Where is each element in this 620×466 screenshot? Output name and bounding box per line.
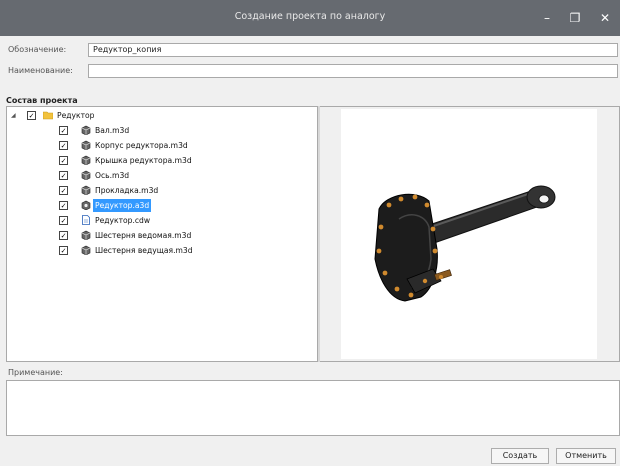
tree-root-label: Редуктор <box>57 111 95 120</box>
part-icon <box>81 155 91 165</box>
item-checkbox[interactable]: ✓ <box>59 171 68 180</box>
item-label: Редуктор.cdw <box>95 216 151 225</box>
note-label: Примечание: <box>8 368 63 377</box>
item-label: Шестерня ведомая.m3d <box>95 231 192 240</box>
preview-panel <box>318 106 620 362</box>
item-checkbox[interactable]: ✓ <box>59 246 68 255</box>
gearbox-model-preview <box>374 185 556 302</box>
root-checkbox[interactable]: ✓ <box>27 111 36 120</box>
item-label: Вал.m3d <box>95 126 130 135</box>
part-icon <box>81 125 91 135</box>
designation-input[interactable]: Редуктор_копия <box>88 43 618 57</box>
item-label: Ось.m3d <box>95 171 130 180</box>
tree-root-row[interactable]: ◢ ✓ Редуктор <box>11 109 211 122</box>
create-button[interactable]: Создать <box>491 448 549 464</box>
project-tree[interactable]: ◢ ✓ Редуктор ✓ Вал.m3d ✓ Корпус редуктор… <box>6 106 318 362</box>
item-label: Крышка редуктора.m3d <box>95 156 192 165</box>
item-checkbox[interactable]: ✓ <box>59 216 68 225</box>
item-label: Прокладка.m3d <box>95 186 159 195</box>
maximize-button[interactable]: ❐ <box>566 9 584 27</box>
minimize-button[interactable]: – <box>538 9 556 27</box>
part-icon <box>81 230 91 240</box>
item-label: Редуктор.a3d <box>93 199 152 212</box>
item-label: Шестерня ведущая.m3d <box>95 246 193 255</box>
close-button[interactable]: ✕ <box>596 9 614 27</box>
panel-splitter[interactable] <box>318 106 320 362</box>
title-bar: Создание проекта по аналогу – ❐ ✕ <box>0 0 620 36</box>
folder-icon <box>43 111 53 120</box>
item-checkbox[interactable]: ✓ <box>59 156 68 165</box>
part-icon <box>81 245 91 255</box>
part-icon <box>81 140 91 150</box>
part-icon <box>81 185 91 195</box>
item-checkbox[interactable]: ✓ <box>59 186 68 195</box>
tree-item-selected[interactable]: ✓ Редуктор.a3d <box>11 199 251 212</box>
tree-item[interactable]: ✓ Вал.m3d <box>11 124 251 137</box>
tree-item[interactable]: ✓ Прокладка.m3d <box>11 184 251 197</box>
part-icon <box>81 170 91 180</box>
note-textarea[interactable] <box>6 380 620 436</box>
drawing-icon <box>82 215 90 225</box>
tree-item[interactable]: ✓ Шестерня ведущая.m3d <box>11 244 251 257</box>
item-checkbox[interactable]: ✓ <box>59 126 68 135</box>
tree-item[interactable]: ✓ Корпус редуктора.m3d <box>11 139 251 152</box>
tree-item[interactable]: ✓ Ось.m3d <box>11 169 251 182</box>
assembly-icon <box>81 200 91 210</box>
item-checkbox[interactable]: ✓ <box>59 141 68 150</box>
item-checkbox[interactable]: ✓ <box>59 201 68 210</box>
name-label: Наименование: <box>8 66 73 75</box>
expand-arrow-icon[interactable]: ◢ <box>11 109 16 122</box>
cancel-button[interactable]: Отменить <box>556 448 616 464</box>
project-section-label: Состав проекта <box>6 96 78 105</box>
name-input[interactable] <box>88 64 618 78</box>
preview-canvas <box>341 109 597 359</box>
tree-item[interactable]: ✓ Шестерня ведомая.m3d <box>11 229 251 242</box>
tree-item[interactable]: ✓ Редуктор.cdw <box>11 214 251 227</box>
tree-item[interactable]: ✓ Крышка редуктора.m3d <box>11 154 251 167</box>
item-checkbox[interactable]: ✓ <box>59 231 68 240</box>
item-label: Корпус редуктора.m3d <box>95 141 188 150</box>
designation-label: Обозначение: <box>8 45 67 54</box>
window-title: Создание проекта по аналогу <box>234 11 386 22</box>
